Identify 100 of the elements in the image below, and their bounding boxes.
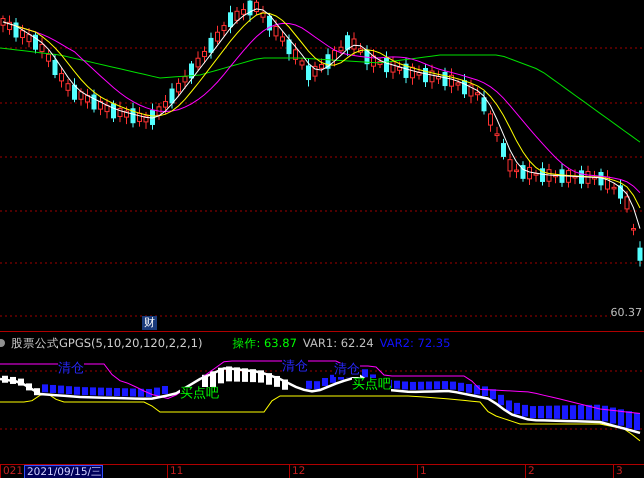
candlestick [274, 19, 278, 41]
candlestick [241, 2, 246, 21]
candlestick [560, 162, 564, 188]
candlestick [118, 101, 122, 123]
candlestick [286, 34, 292, 62]
candlestick [130, 102, 136, 128]
date-label: 2 [525, 465, 535, 478]
signal-label: 清仓 [58, 362, 84, 376]
candlestick [364, 44, 370, 71]
candlestick [78, 88, 84, 106]
candlestick [202, 46, 207, 64]
candlestick [234, 6, 240, 24]
candlestick [390, 56, 396, 80]
candlestick [104, 98, 110, 119]
candlestick [468, 79, 474, 104]
candlestick [631, 223, 636, 236]
candlestick [605, 170, 610, 194]
candlestick [196, 50, 200, 72]
signal-label: 买点吧 [180, 387, 219, 401]
candlestick [358, 42, 363, 56]
candlestick [540, 162, 545, 186]
candlestick [436, 70, 441, 84]
signal-label: 买点吧 [352, 378, 391, 392]
candlestick [66, 78, 70, 98]
candlestick [501, 138, 506, 160]
candlestick [598, 168, 604, 191]
price-label: 60.37 [610, 306, 642, 319]
candlestick [423, 64, 428, 88]
candlestick [260, 5, 266, 24]
candlestick [384, 50, 389, 78]
candlestick [449, 68, 454, 94]
candlestick [293, 42, 298, 65]
candlestick [618, 179, 623, 204]
indicator-name: 股票公式GPGS(5,10,20,120,2,2,1) [11, 336, 202, 350]
candlestick [475, 86, 480, 102]
candlestick [638, 240, 642, 268]
candlestick [482, 90, 486, 115]
candlestick [416, 65, 422, 80]
candlestick [456, 79, 460, 92]
candlestick [442, 67, 448, 91]
candlestick [189, 60, 194, 84]
candlestick [326, 48, 330, 76]
candlestick [14, 17, 18, 42]
candlestick [85, 88, 90, 110]
candlestick [98, 95, 103, 116]
candlestick [124, 106, 129, 125]
candlestick [228, 5, 233, 34]
candlestick [163, 94, 168, 115]
candlestick [72, 78, 77, 103]
date-label: 021 [0, 465, 24, 478]
candlestick [345, 31, 350, 56]
candlestick [144, 111, 148, 130]
candlestick [462, 74, 467, 98]
candlestick [137, 106, 142, 128]
candlestick [111, 100, 116, 122]
candlestick [248, 0, 252, 22]
finance-marker[interactable]: 财 [142, 316, 157, 330]
candlestick [534, 169, 538, 182]
candlestick [40, 36, 44, 59]
candlestick [586, 165, 590, 189]
candlestick [527, 160, 532, 186]
candlestick [520, 160, 526, 182]
candlestick [33, 30, 38, 54]
candlestick [410, 62, 415, 86]
candlestick [514, 163, 519, 179]
candlestick [579, 165, 584, 189]
candlestick [7, 14, 12, 36]
candlestick [572, 169, 578, 185]
candlestick [404, 57, 408, 84]
signal-label: 清仓 [334, 363, 360, 377]
candlestick [332, 46, 337, 67]
date-label: 2021/09/15/三 [24, 465, 104, 478]
candlestick [319, 58, 324, 73]
candlestick [312, 61, 318, 82]
candlestick [306, 58, 311, 88]
candlestick [508, 153, 512, 178]
candlestick [52, 54, 58, 79]
candlestick [176, 78, 181, 97]
candlestick [352, 32, 356, 56]
indicator-value: 操作: 63.87 [232, 336, 297, 350]
indicator-value: VAR1: 62.24 [302, 336, 374, 350]
candlestick [566, 167, 571, 188]
candlestick [300, 57, 304, 70]
candlestick [546, 163, 552, 188]
candlestick [92, 89, 96, 114]
candlestick [267, 12, 272, 38]
date-label: 11 [167, 465, 184, 478]
date-label: 3 [613, 465, 623, 478]
candlestick [338, 40, 344, 55]
candlestick [208, 32, 214, 60]
candlestick [378, 58, 382, 69]
candlestick [612, 182, 616, 196]
candlestick [397, 61, 402, 75]
candlestick [222, 21, 226, 38]
candlestick [182, 69, 188, 90]
candlestick [20, 24, 25, 45]
candlestick [26, 28, 32, 48]
candlestick [430, 64, 434, 90]
indicator-value: VAR2: 72.35 [380, 336, 450, 350]
date-label: 12 [289, 465, 306, 478]
